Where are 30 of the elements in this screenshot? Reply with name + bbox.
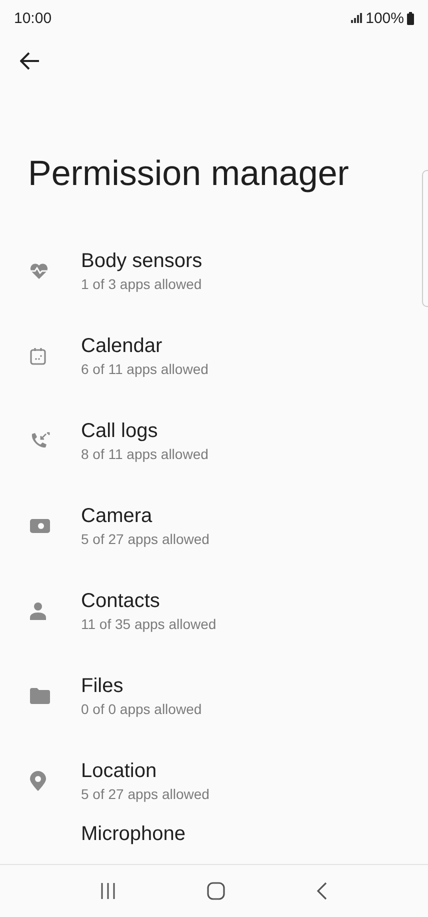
permission-name: Calendar [81, 334, 164, 358]
permission-summary: 8 of 11 apps allowed [81, 446, 208, 462]
battery-icon [407, 12, 414, 24]
permission-summary: 5 of 27 apps allowed [81, 530, 210, 546]
permission-name: Camera [81, 504, 154, 528]
permission-name: Body sensors [81, 250, 202, 272]
battery-percent: 100% [366, 10, 404, 26]
calendar-icon [30, 346, 46, 364]
heart-pulse-icon [30, 262, 48, 278]
permission-summary: 5 of 27 apps allowed [81, 786, 210, 802]
permission-name: Microphone [81, 823, 186, 846]
permission-summary: 1 of 3 apps allowed [81, 276, 202, 292]
back-icon[interactable] [317, 882, 327, 900]
permission-summary: 11 of 35 apps allowed [81, 616, 216, 632]
page-title: Permission manager [28, 153, 350, 195]
status-time: 10:00 [14, 10, 52, 26]
recent-apps-icon[interactable] [101, 883, 115, 899]
permission-summary: 0 of 0 apps allowed [81, 700, 202, 716]
signal-icon [350, 13, 363, 23]
location-pin-icon [30, 770, 46, 790]
phone-arrows-icon [30, 432, 50, 450]
permission-summary: 6 of 11 apps allowed [81, 360, 208, 376]
person-icon [30, 602, 46, 620]
folder-icon [30, 688, 50, 704]
camera-icon [30, 518, 50, 534]
permission-name: Location [81, 760, 158, 782]
permission-name: Call logs [81, 420, 159, 442]
permission-name: Files [81, 674, 124, 698]
permission-name: Contacts [81, 590, 161, 612]
home-icon[interactable] [207, 882, 225, 900]
